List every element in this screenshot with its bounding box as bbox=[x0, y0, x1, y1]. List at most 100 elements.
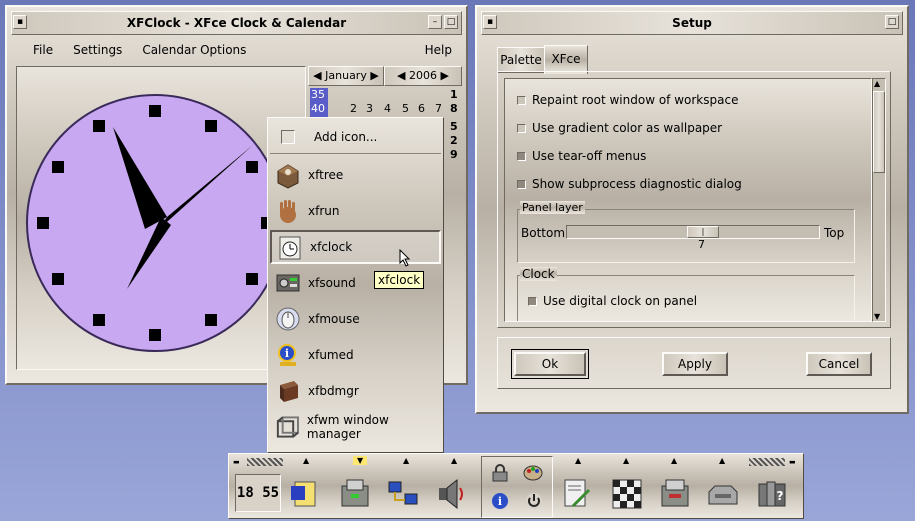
checkbox[interactable] bbox=[517, 124, 526, 133]
next-month-icon[interactable]: ▶ bbox=[370, 69, 378, 82]
tab-palette[interactable]: Palette bbox=[497, 47, 545, 73]
setup-window: Setup ▪ □ Palette XFce Repaint root wind… bbox=[475, 5, 909, 414]
ok-button[interactable]: Ok bbox=[511, 349, 589, 379]
xfce-panel: ▬ ▬ ▲ ▼ ▲ ▲ ▲ ▲ ▲ ▲ 18 55 i ? bbox=[228, 453, 804, 519]
calendar-day[interactable]: 6 bbox=[418, 102, 425, 115]
popup-arrow-icon[interactable]: ▲ bbox=[623, 456, 629, 465]
cancel-button[interactable]: Cancel bbox=[806, 352, 872, 376]
calendar-day[interactable]: 3 bbox=[366, 102, 373, 115]
file-manager-icon[interactable] bbox=[337, 476, 373, 512]
apply-button[interactable]: Apply bbox=[662, 352, 728, 376]
maximize-button[interactable]: □ bbox=[444, 15, 458, 29]
option-row[interactable]: Use gradient color as wallpaper bbox=[517, 121, 722, 135]
info-icon[interactable]: i bbox=[490, 491, 510, 511]
lock-icon[interactable] bbox=[490, 463, 510, 483]
menu-item-label: xfbdmgr bbox=[308, 384, 359, 398]
window-menu-button[interactable]: ▪ bbox=[483, 15, 497, 29]
scrollbar-thumb[interactable] bbox=[873, 91, 885, 173]
panel-layer-slider-thumb[interactable]: | bbox=[687, 226, 719, 238]
calendar-day[interactable]: 9 bbox=[450, 148, 458, 161]
panel-layer-slider-track[interactable]: | bbox=[566, 225, 820, 239]
menu-item-label: xfumed bbox=[308, 348, 354, 362]
scroll-down-icon[interactable]: ▼ bbox=[874, 312, 880, 321]
xfclock-titlebar[interactable]: XFClock - XFce Clock & Calendar bbox=[11, 11, 462, 35]
speaker-icon[interactable] bbox=[433, 476, 469, 512]
calendar-day[interactable]: 4 bbox=[384, 102, 391, 115]
popup-arrow-icon[interactable]: ▼ bbox=[353, 456, 368, 465]
calendar-day[interactable]: 5 bbox=[450, 120, 458, 133]
options-scrollbar[interactable]: ▲ ▼ bbox=[872, 78, 886, 322]
popup-arrow-icon[interactable]: ▲ bbox=[671, 456, 677, 465]
button-label: Ok bbox=[541, 357, 559, 371]
menu-item-xfumed[interactable]: i xfumed bbox=[270, 338, 441, 372]
option-label: Repaint root window of workspace bbox=[532, 93, 739, 107]
hour-marker bbox=[149, 329, 161, 341]
calendar-day[interactable]: 2 bbox=[450, 134, 458, 147]
checkbox[interactable] bbox=[517, 96, 526, 105]
editor-icon[interactable] bbox=[559, 476, 595, 512]
menu-file[interactable]: File bbox=[11, 43, 63, 57]
option-row[interactable]: Use digital clock on panel bbox=[528, 294, 697, 308]
option-row[interactable]: Repaint root window of workspace bbox=[517, 93, 738, 107]
month-selector[interactable]: ◀ January ▶ bbox=[308, 66, 384, 86]
popup-arrow-icon[interactable]: ▲ bbox=[451, 456, 457, 465]
checkbox[interactable] bbox=[517, 152, 526, 161]
panel-handle-left[interactable]: ▬ bbox=[233, 458, 243, 466]
add-icon-menu-item[interactable]: Add icon... bbox=[270, 120, 441, 154]
menu-item-xfclock[interactable]: xfclock bbox=[270, 230, 441, 264]
popup-arrow-icon[interactable]: ▲ bbox=[403, 456, 409, 465]
menu-item-label: xfmouse bbox=[308, 312, 360, 326]
year-selector[interactable]: ◀ 2006 ▶ bbox=[384, 66, 462, 86]
power-icon[interactable] bbox=[524, 491, 544, 511]
prev-month-icon[interactable]: ◀ bbox=[313, 69, 321, 82]
book-icon bbox=[280, 381, 298, 402]
option-row[interactable]: Show subprocess diagnostic dialog bbox=[517, 177, 742, 191]
option-label: Show subprocess diagnostic dialog bbox=[532, 177, 742, 191]
tab-xfce[interactable]: XFce bbox=[544, 45, 588, 74]
next-year-icon[interactable]: ▶ bbox=[441, 69, 449, 82]
menu-calendar-options[interactable]: Calendar Options bbox=[132, 43, 256, 57]
menu-item-xfbdmgr[interactable]: xfbdmgr bbox=[270, 374, 441, 408]
tray-icon[interactable] bbox=[705, 476, 741, 512]
menu-item-xftree[interactable]: xftree bbox=[270, 158, 441, 192]
prev-year-icon[interactable]: ◀ bbox=[397, 69, 405, 82]
calendar-day[interactable]: 2 bbox=[350, 102, 357, 115]
checkbox[interactable] bbox=[517, 180, 526, 189]
calendar-day[interactable]: 8 bbox=[450, 102, 458, 115]
menu-item-label: xfclock bbox=[310, 240, 353, 254]
menu-item-label: Add icon... bbox=[314, 129, 378, 144]
window-menu-button[interactable]: ▪ bbox=[13, 15, 27, 29]
menu-item-xfmouse[interactable]: xfmouse bbox=[270, 302, 441, 336]
minimize-button[interactable]: – bbox=[428, 15, 442, 29]
tab-content: Repaint root window of workspace Use gra… bbox=[497, 71, 891, 328]
menu-item-label: xfsound bbox=[308, 276, 356, 290]
panel-grip[interactable] bbox=[247, 458, 283, 466]
clock-group: Clock Use digital clock on panel bbox=[517, 267, 855, 321]
menu-item-label: xfwm window manager bbox=[306, 413, 389, 441]
notes-icon[interactable] bbox=[287, 476, 323, 512]
checkbox[interactable] bbox=[528, 297, 537, 306]
panel-clock[interactable]: 18 55 bbox=[235, 474, 281, 512]
menu-help[interactable]: Help bbox=[415, 43, 462, 57]
panel-grip[interactable] bbox=[749, 458, 785, 466]
help-icon[interactable]: ? bbox=[755, 476, 791, 512]
setup-titlebar[interactable]: Setup bbox=[481, 11, 903, 35]
close-button[interactable]: □ bbox=[885, 15, 899, 29]
calendar-day[interactable]: 1 bbox=[450, 88, 458, 101]
menu-item-xfrun[interactable]: xfrun bbox=[270, 194, 441, 228]
menu-item-xfwm[interactable]: xfwm window manager bbox=[270, 410, 441, 444]
archive-icon[interactable] bbox=[657, 476, 693, 512]
wireframe-icon bbox=[276, 416, 299, 438]
popup-arrow-icon[interactable]: ▲ bbox=[575, 456, 581, 465]
popup-arrow-icon[interactable]: ▲ bbox=[719, 456, 725, 465]
option-row[interactable]: Use tear-off menus bbox=[517, 149, 646, 163]
scroll-up-icon[interactable]: ▲ bbox=[874, 79, 880, 88]
panel-handle-right[interactable]: ▬ bbox=[789, 458, 799, 466]
calendar-day[interactable]: 7 bbox=[435, 102, 442, 115]
calendar-day[interactable]: 5 bbox=[402, 102, 409, 115]
popup-arrow-icon[interactable]: ▲ bbox=[303, 456, 309, 465]
games-icon[interactable] bbox=[609, 476, 645, 512]
palette-icon[interactable] bbox=[522, 463, 544, 483]
menu-settings[interactable]: Settings bbox=[63, 43, 132, 57]
network-icon[interactable] bbox=[385, 476, 421, 512]
